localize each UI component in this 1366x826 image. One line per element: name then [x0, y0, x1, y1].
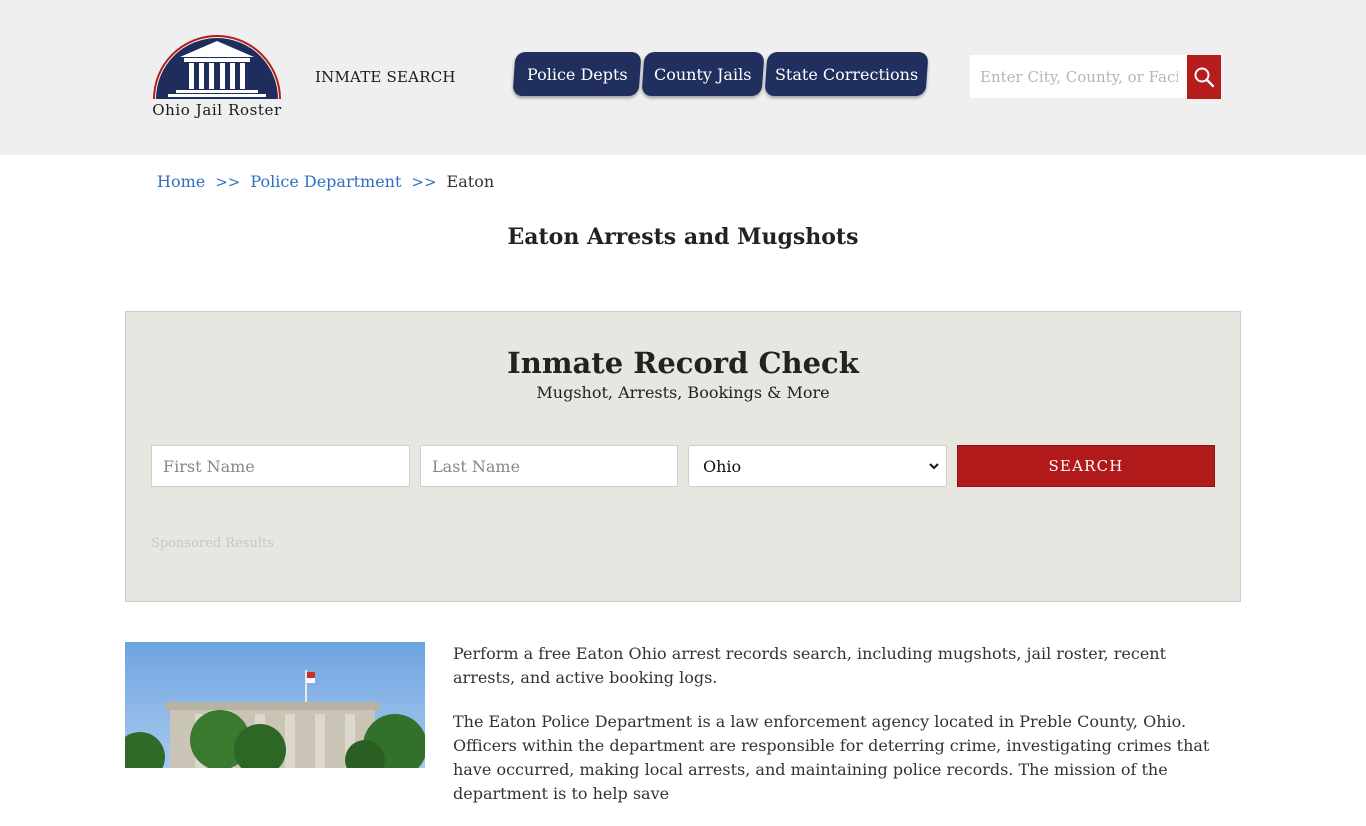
- page-content: Perform a free Eaton Ohio arrest records…: [453, 642, 1223, 826]
- breadcrumb-separator: >>: [215, 173, 241, 191]
- nav-tab-state-corrections[interactable]: State Corrections: [764, 52, 929, 96]
- nav-tab-police-depts[interactable]: Police Depts: [512, 52, 642, 96]
- breadcrumb: Home >> Police Department >> Eaton: [157, 172, 494, 191]
- first-name-input[interactable]: [151, 445, 410, 487]
- inmate-search-link[interactable]: INMATE SEARCH: [315, 68, 456, 86]
- courthouse-logo-icon: [153, 35, 281, 100]
- nav-tab-label: State Corrections: [774, 64, 919, 84]
- sponsored-results-label: Sponsored Results: [151, 536, 274, 551]
- state-select-value: Ohio: [703, 456, 742, 476]
- state-select[interactable]: Ohio: [688, 445, 947, 487]
- record-check-title: Inmate Record Check: [507, 346, 859, 380]
- chevron-down-icon: [929, 463, 939, 470]
- intro-paragraph: Perform a free Eaton Ohio arrest records…: [453, 644, 1167, 687]
- inmate-search-button[interactable]: SEARCH: [957, 445, 1215, 487]
- last-name-input[interactable]: [420, 445, 678, 487]
- logo-text: Ohio Jail Roster: [152, 101, 282, 119]
- inmate-record-check-panel: Inmate Record Check Mugshot, Arrests, Bo…: [125, 311, 1241, 602]
- facility-search-input[interactable]: [970, 55, 1188, 98]
- police-building-photo: [125, 642, 425, 768]
- site-logo[interactable]: Ohio Jail Roster: [146, 33, 288, 123]
- breadcrumb-police-department[interactable]: Police Department: [250, 172, 401, 191]
- description-paragraph: The Eaton Police Department is a law enf…: [453, 712, 1210, 803]
- nav-tab-label: Police Depts: [526, 64, 628, 84]
- search-icon: [1194, 67, 1215, 88]
- site-header: Ohio Jail Roster INMATE SEARCH Police De…: [0, 0, 1366, 155]
- breadcrumb-current: Eaton: [446, 172, 495, 191]
- page-title: Eaton Arrests and Mugshots: [507, 224, 859, 250]
- facility-search-button[interactable]: [1187, 55, 1221, 99]
- nav-tab-label: County Jails: [654, 64, 752, 84]
- nav-tab-county-jails[interactable]: County Jails: [641, 52, 765, 96]
- breadcrumb-home[interactable]: Home: [157, 172, 205, 191]
- breadcrumb-separator: >>: [411, 173, 437, 191]
- record-check-subtitle: Mugshot, Arrests, Bookings & More: [536, 383, 830, 402]
